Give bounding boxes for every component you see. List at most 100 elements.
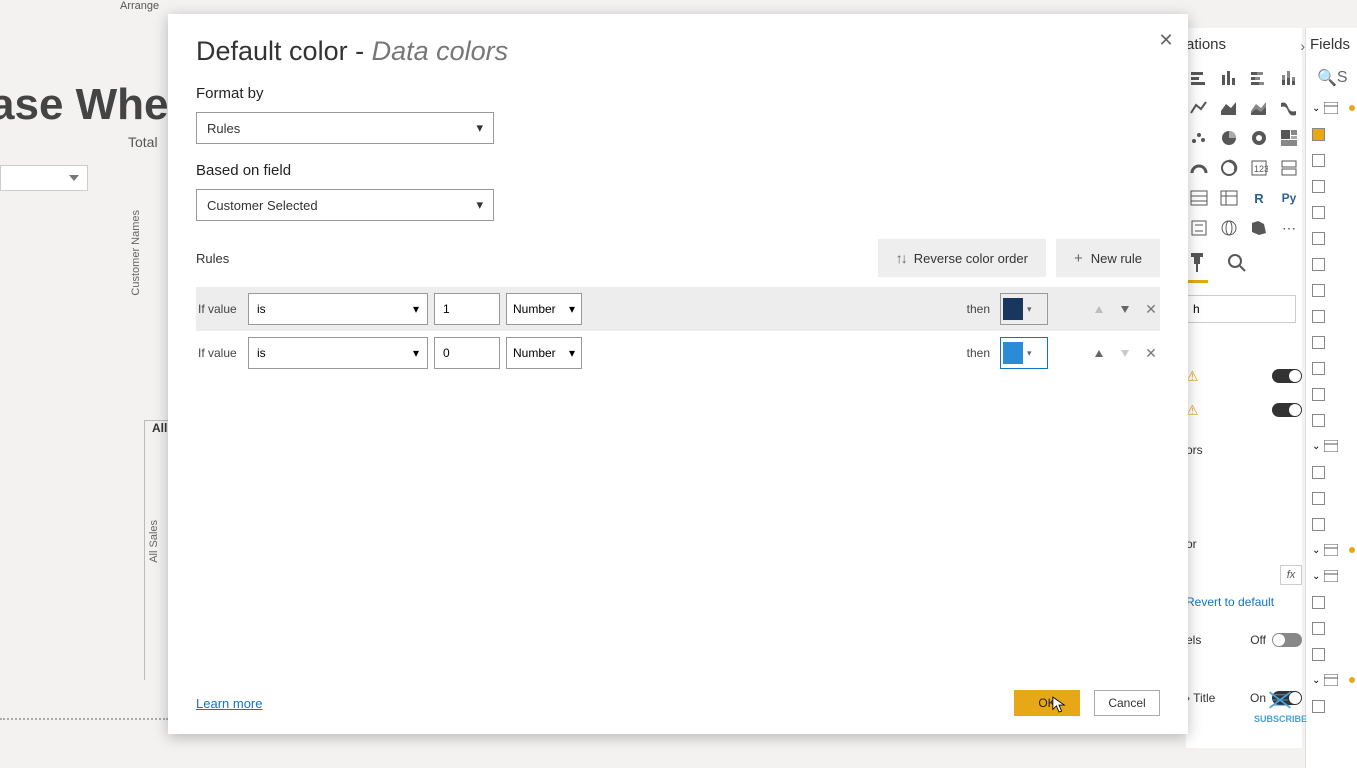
ruler-guide <box>0 718 168 720</box>
field-table-row[interactable]: ⌄ <box>1306 433 1357 459</box>
field-checkbox-row[interactable] <box>1306 199 1357 225</box>
field-checkbox-row[interactable] <box>1306 147 1357 173</box>
cancel-button[interactable]: Cancel <box>1094 690 1160 716</box>
analytics-tab-icon[interactable] <box>1226 253 1248 283</box>
format-data-labels[interactable]: els Off <box>1186 623 1302 657</box>
viz-slicer-icon[interactable] <box>1186 215 1212 241</box>
move-down-icon[interactable] <box>1118 302 1132 316</box>
viz-donut-icon[interactable] <box>1246 125 1272 151</box>
field-checkbox-row[interactable] <box>1306 303 1357 329</box>
field-table-row[interactable]: ⌄ <box>1306 563 1357 589</box>
learn-more-link[interactable]: Learn more <box>196 696 262 711</box>
rule-type-dropdown[interactable]: Number▾ <box>506 293 582 325</box>
chevron-down-icon: ▾ <box>413 346 419 360</box>
format-item-warning-1[interactable]: ⚠ <box>1186 359 1302 393</box>
ribbon-arrange-tab[interactable]: Arrange <box>120 0 159 12</box>
format-tab-icon[interactable] <box>1186 253 1208 283</box>
delete-rule-icon[interactable]: ✕ <box>1144 346 1158 360</box>
format-title-label: Title <box>1193 691 1215 705</box>
viz-map-icon[interactable] <box>1216 215 1242 241</box>
viz-card-icon[interactable] <box>1216 155 1242 181</box>
field-checkbox-row[interactable] <box>1306 589 1357 615</box>
viz-stacked-bar-icon[interactable] <box>1246 65 1272 91</box>
toggle-switch[interactable] <box>1272 403 1302 417</box>
dna-icon <box>1267 690 1293 710</box>
viz-stacked-column-icon[interactable] <box>1276 65 1302 91</box>
reverse-color-order-button[interactable]: ↑↓ Reverse color order <box>878 239 1046 277</box>
reverse-label: Reverse color order <box>914 251 1028 266</box>
field-checkbox-row[interactable] <box>1306 277 1357 303</box>
viz-treemap-icon[interactable] <box>1276 125 1302 151</box>
checkbox-icon <box>1312 362 1325 375</box>
rule-type: Number <box>513 346 556 360</box>
field-checkbox-row[interactable] <box>1306 459 1357 485</box>
field-checkbox-row[interactable] <box>1306 251 1357 277</box>
fx-button[interactable]: fx <box>1280 565 1302 585</box>
ok-button[interactable]: OK <box>1014 690 1080 716</box>
viz-multirow-icon[interactable] <box>1276 155 1302 181</box>
rule-operator-dropdown[interactable]: is▾ <box>248 293 428 325</box>
format-by-label: Format by <box>196 85 1160 102</box>
new-rule-button[interactable]: + New rule <box>1056 239 1160 277</box>
viz-matrix-icon[interactable] <box>1216 185 1242 211</box>
delete-rule-icon[interactable]: ✕ <box>1144 302 1158 316</box>
viz-table-icon[interactable] <box>1186 185 1212 211</box>
field-checkbox-row[interactable] <box>1306 641 1357 667</box>
field-checkbox-row[interactable] <box>1306 329 1357 355</box>
plus-icon: + <box>1074 250 1083 267</box>
move-up-icon[interactable] <box>1092 346 1106 360</box>
field-checkbox-row[interactable] <box>1306 693 1357 719</box>
field-checkbox-row[interactable] <box>1306 173 1357 199</box>
viz-py-script-icon[interactable]: Py <box>1276 185 1302 211</box>
field-checkbox-row[interactable] <box>1306 511 1357 537</box>
format-item-warning-2[interactable]: ⚠ <box>1186 393 1302 427</box>
field-checkbox-row[interactable] <box>1306 355 1357 381</box>
toggle-switch[interactable] <box>1272 369 1302 383</box>
viz-gauge-icon[interactable] <box>1186 155 1212 181</box>
viz-clustered-bar-icon[interactable] <box>1186 65 1212 91</box>
checkbox-icon <box>1312 310 1325 323</box>
based-on-field-dropdown[interactable]: Customer Selected ▾ <box>196 189 494 221</box>
format-data-colors-expanded[interactable]: ors <box>1186 433 1302 467</box>
viz-r-script-icon[interactable]: R <box>1246 185 1272 211</box>
viz-line-icon[interactable] <box>1186 95 1212 121</box>
field-table-row[interactable]: ⌄ <box>1306 95 1357 121</box>
viz-filled-map-icon[interactable] <box>1246 215 1272 241</box>
rule-color-picker[interactable]: ▾ <box>1000 293 1048 325</box>
viz-stacked-area-icon[interactable] <box>1246 95 1272 121</box>
revert-to-default-link[interactable]: Revert to default <box>1186 595 1302 609</box>
table-icon <box>1324 102 1338 114</box>
format-search-input[interactable]: h <box>1186 295 1296 323</box>
fields-search[interactable]: 🔍 S <box>1310 67 1350 89</box>
format-by-dropdown[interactable]: Rules ▾ <box>196 112 494 144</box>
viz-more-icon[interactable]: ⋯ <box>1276 215 1302 241</box>
close-icon[interactable]: ✕ <box>1156 30 1176 50</box>
slicer-dropdown[interactable] <box>0 165 88 191</box>
checkbox-icon <box>1312 414 1325 427</box>
field-checkbox-row[interactable] <box>1306 485 1357 511</box>
all-label: All <box>152 421 167 435</box>
field-checkbox-row[interactable] <box>1306 381 1357 407</box>
viz-kpi-icon[interactable]: 123 <box>1246 155 1272 181</box>
viz-ribbon-icon[interactable] <box>1276 95 1302 121</box>
rule-value-input[interactable] <box>434 337 500 369</box>
rule-operator-dropdown[interactable]: is▾ <box>248 337 428 369</box>
checkbox-icon <box>1312 466 1325 479</box>
field-checkbox-row[interactable] <box>1306 225 1357 251</box>
field-checkbox-row[interactable] <box>1306 121 1357 147</box>
viz-pie-icon[interactable] <box>1216 125 1242 151</box>
viz-clustered-column-icon[interactable] <box>1216 65 1242 91</box>
toggle-switch[interactable] <box>1272 633 1302 647</box>
viz-gallery: 123 R Py ⋯ <box>1186 65 1302 241</box>
rule-value-input[interactable] <box>434 293 500 325</box>
field-table-row[interactable]: ⌄ <box>1306 537 1357 563</box>
chevron-down-icon: ▾ <box>569 346 575 360</box>
field-checkbox-row[interactable] <box>1306 407 1357 433</box>
viz-scatter-icon[interactable] <box>1186 125 1212 151</box>
field-checkbox-row[interactable] <box>1306 615 1357 641</box>
field-table-row[interactable]: ⌄ <box>1306 667 1357 693</box>
viz-area-icon[interactable] <box>1216 95 1242 121</box>
rule-type-dropdown[interactable]: Number ▾ <box>506 337 582 369</box>
rule-color-picker[interactable]: ▾ <box>1000 337 1048 369</box>
then-label: then <box>967 302 990 316</box>
